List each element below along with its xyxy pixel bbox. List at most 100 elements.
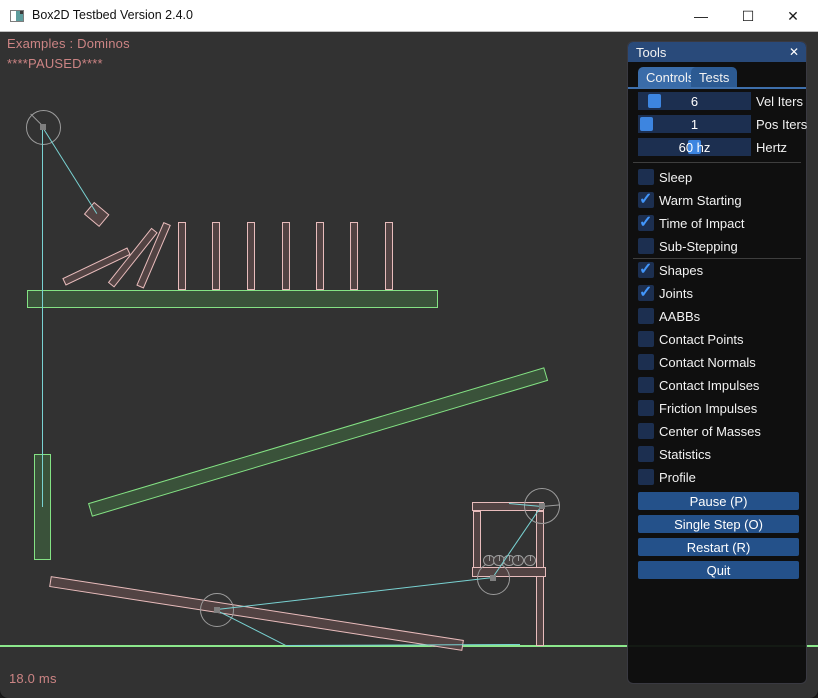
checkbox-row-profile[interactable]: Profile <box>638 469 808 486</box>
checkbox-friction-impulses[interactable] <box>638 400 654 416</box>
checkbox-label-aabbs: AABBs <box>659 309 700 324</box>
static-green-plank <box>88 367 548 516</box>
checkbox-row-contact-impulses[interactable]: Contact Impulses <box>638 377 808 394</box>
slider-value-hertz: 60 hz <box>638 140 751 155</box>
checkbox-shapes[interactable]: ✓ <box>638 262 654 278</box>
checkbox-label-friction-impulses: Friction Impulses <box>659 401 757 416</box>
checkbox-row-contact-points[interactable]: Contact Points <box>638 331 808 348</box>
close-button[interactable]: ✕ <box>771 0 815 32</box>
checkbox-row-friction-impulses[interactable]: Friction Impulses <box>638 400 808 417</box>
minimize-button[interactable]: — <box>679 0 723 32</box>
checkmark-icon: ✓ <box>639 259 652 279</box>
slider-label-pos-iters: Pos Iters <box>756 117 807 132</box>
checkbox-joints[interactable]: ✓ <box>638 285 654 301</box>
tools-panel-title: Tools <box>636 45 666 60</box>
checkbox-warm-starting[interactable]: ✓ <box>638 192 654 208</box>
checkbox-row-warm-starting[interactable]: ✓ Warm Starting <box>638 192 808 209</box>
body-marker <box>490 575 496 581</box>
domino <box>282 222 290 290</box>
tools-panel-titlebar[interactable]: Tools ✕ <box>628 42 806 62</box>
checkbox-label-statistics: Statistics <box>659 447 711 462</box>
joint-line <box>42 127 43 507</box>
checkmark-icon: ✓ <box>639 189 652 209</box>
tools-panel: Tools ✕ Controls Tests 6 Vel Iters 1 Pos It… <box>627 41 807 684</box>
button-quit[interactable]: Quit <box>638 561 799 579</box>
joint-line <box>217 577 493 610</box>
checkbox-label-sub-stepping: Sub-Stepping <box>659 239 738 254</box>
checkbox-label-profile: Profile <box>659 470 696 485</box>
body-marker <box>214 607 220 613</box>
checkbox-contact-normals[interactable] <box>638 354 654 370</box>
slider-vel-iters: 6 Vel Iters <box>638 92 808 110</box>
button-pause-p[interactable]: Pause (P) <box>638 492 799 510</box>
checkbox-sleep[interactable] <box>638 169 654 185</box>
domino <box>178 222 186 290</box>
checkbox-label-warm-starting: Warm Starting <box>659 193 742 208</box>
checkbox-row-sleep[interactable]: Sleep <box>638 169 808 186</box>
maximize-button[interactable]: ☐ <box>726 0 770 32</box>
ball-radius-line <box>489 555 490 561</box>
tools-tabbar: Controls Tests <box>628 67 806 89</box>
app-window: Examples : Dominos****PAUSED****18.0 ms … <box>0 0 818 698</box>
checkbox-label-contact-points: Contact Points <box>659 332 744 347</box>
canvas-label-examples-dominos: Examples : Dominos <box>7 36 130 51</box>
checkbox-row-aabbs[interactable]: AABBs <box>638 308 808 325</box>
checkbox-aabbs[interactable] <box>638 308 654 324</box>
ball-radius-line <box>530 555 531 561</box>
checkbox-label-time-of-impact: Time of Impact <box>659 216 744 231</box>
canvas-label-18-0-ms: 18.0 ms <box>9 671 57 686</box>
window-titlebar: Box2D Testbed Version 2.4.0 — ☐ ✕ <box>0 0 818 32</box>
ball-radius-line <box>499 555 500 561</box>
checkbox-row-joints[interactable]: ✓ Joints <box>638 285 808 302</box>
checkmark-icon: ✓ <box>639 282 652 302</box>
checkmark-icon: ✓ <box>639 212 652 232</box>
domino <box>247 222 255 290</box>
checkbox-row-contact-normals[interactable]: Contact Normals <box>638 354 808 371</box>
dynamic-body <box>84 202 110 227</box>
checkbox-label-sleep: Sleep <box>659 170 692 185</box>
domino <box>212 222 220 290</box>
domino <box>350 222 358 290</box>
tab-tests[interactable]: Tests <box>691 67 737 87</box>
checkbox-contact-points[interactable] <box>638 331 654 347</box>
slider-label-hertz: Hertz <box>756 140 787 155</box>
checkbox-center-of-masses[interactable] <box>638 423 654 439</box>
static-green-box <box>27 290 438 308</box>
slider-label-vel-iters: Vel Iters <box>756 94 803 109</box>
checkbox-row-statistics[interactable]: Statistics <box>638 446 808 463</box>
checkbox-sub-stepping[interactable] <box>638 238 654 254</box>
checkbox-profile[interactable] <box>638 469 654 485</box>
window-title: Box2D Testbed Version 2.4.0 <box>32 8 193 22</box>
checkbox-row-time-of-impact[interactable]: ✓ Time of Impact <box>638 215 808 232</box>
domino <box>316 222 324 290</box>
checkbox-row-shapes[interactable]: ✓ Shapes <box>638 262 808 279</box>
frame-beam <box>536 511 544 646</box>
checkbox-label-shapes: Shapes <box>659 263 703 278</box>
ball-radius-line <box>518 555 519 561</box>
checkbox-label-contact-normals: Contact Normals <box>659 355 756 370</box>
frame-beam <box>473 511 481 570</box>
checkbox-contact-impulses[interactable] <box>638 377 654 393</box>
ball-radius-line <box>509 555 510 561</box>
checkbox-statistics[interactable] <box>638 446 654 462</box>
tools-close-icon[interactable]: ✕ <box>786 44 802 60</box>
checkbox-label-joints: Joints <box>659 286 693 301</box>
separator <box>633 162 801 163</box>
checkbox-row-sub-stepping[interactable]: Sub-Stepping <box>638 238 808 255</box>
checkbox-label-contact-impulses: Contact Impulses <box>659 378 759 393</box>
body-marker <box>539 503 545 509</box>
joint-line <box>42 127 97 214</box>
slider-pos-iters: 1 Pos Iters <box>638 115 808 133</box>
canvas-label-paused: ****PAUSED**** <box>7 56 103 71</box>
separator <box>633 258 801 259</box>
button-single-step-o[interactable]: Single Step (O) <box>638 515 799 533</box>
slider-value-vel-iters: 6 <box>638 94 751 109</box>
body-marker <box>40 124 46 130</box>
checkbox-time-of-impact[interactable]: ✓ <box>638 215 654 231</box>
app-icon <box>10 10 24 22</box>
checkbox-row-center-of-masses[interactable]: Center of Masses <box>638 423 808 440</box>
checkbox-label-center-of-masses: Center of Masses <box>659 424 761 439</box>
slider-value-pos-iters: 1 <box>638 117 751 132</box>
slider-hertz: 60 hz Hertz <box>638 138 808 156</box>
button-restart-r[interactable]: Restart (R) <box>638 538 799 556</box>
